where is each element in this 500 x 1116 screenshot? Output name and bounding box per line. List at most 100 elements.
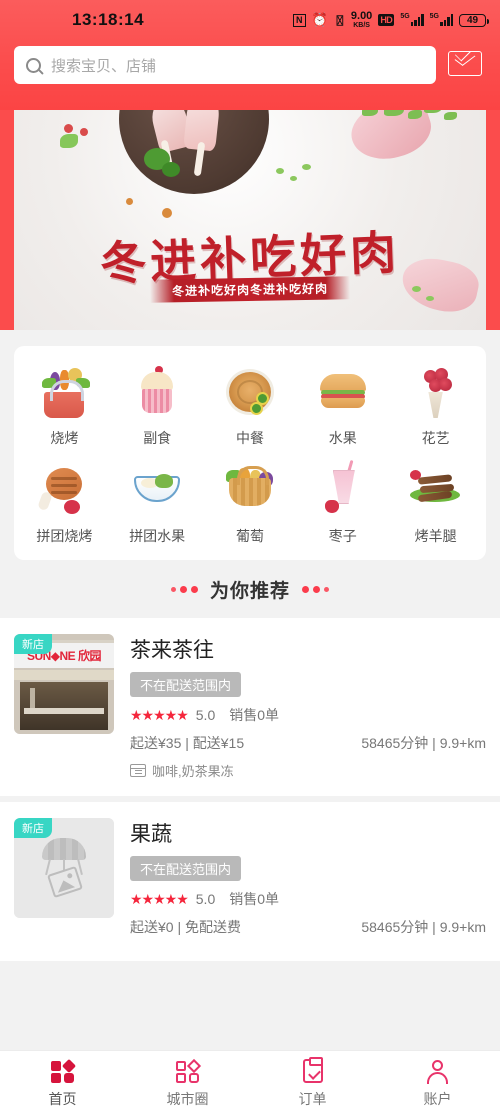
bottom-navigation: 首页 城市圈 订单 账户 xyxy=(0,1050,500,1116)
banner-subtitle: 冬进补吃好肉冬进补吃好肉 xyxy=(149,276,351,303)
delivery-distance-info: 58465分钟 | 9.9+km xyxy=(361,919,486,935)
nfc-icon: N xyxy=(292,13,306,27)
tab-label: 城市圈 xyxy=(166,1090,209,1107)
category-item-group-barbecue[interactable]: 拼团烧烤 xyxy=(18,462,111,546)
banner-artwork: 冬进补吃好肉 冬进补吃好肉冬进补吃好肉 xyxy=(14,110,486,330)
category-item-sidedish[interactable]: 副食 xyxy=(111,364,204,448)
delivery-distance-info: 58465分钟 | 9.9+km xyxy=(361,735,486,751)
signal-1-icon: 5G xyxy=(400,13,424,26)
tab-city-circle[interactable]: 城市圈 xyxy=(125,1051,250,1116)
shop-info: 茶来茶往 不在配送范围内 ★★★★★ 5.0 销售0单 起送¥35 | 配送¥1… xyxy=(129,634,486,780)
section-title: 为你推荐 xyxy=(209,580,290,602)
message-button[interactable] xyxy=(448,45,486,79)
search-icon xyxy=(26,57,41,73)
category-item-group-fruit[interactable]: 拼团水果 xyxy=(111,462,204,546)
herb-cluster-graphic xyxy=(358,110,468,148)
shop-rating-row: ★★★★★ 5.0 销售0单 xyxy=(130,889,486,909)
category-item-lamb-leg[interactable]: 烤羊腿 xyxy=(389,462,482,546)
scallion-dot-graphic xyxy=(302,164,311,170)
shop-meta-row: 起送¥35 | 配送¥15 58465分钟 | 9.9+km xyxy=(130,733,486,753)
shop-tags: 咖啡,奶茶果冻 xyxy=(152,764,234,779)
shop-thumbnail[interactable]: 新店 SUN◆NE 欣园 xyxy=(14,634,114,734)
sales-count: 销售0单 xyxy=(229,707,280,723)
category-row-2: 拼团烧烤 拼团水果 葡萄 枣子 烤羊腿 xyxy=(18,459,482,546)
tab-label: 首页 xyxy=(48,1090,77,1107)
category-label: 副食 xyxy=(143,430,172,446)
status-bar: 13:18:14 N ⏰ 〿 9.00 KB/S HD 5G 5G 49 xyxy=(14,0,489,40)
shop-card[interactable]: 新店 SUN◆NE 欣园 茶来茶往 不在配送范围内 ★★★★★ 5.0 销售0单… xyxy=(0,618,500,802)
decor-dots-right xyxy=(302,585,329,593)
smoothie-icon xyxy=(315,459,371,518)
category-label: 中餐 xyxy=(235,430,264,446)
tab-label: 订单 xyxy=(298,1090,327,1107)
pepper-dot-graphic xyxy=(64,124,73,133)
battery-indicator: 49 xyxy=(459,13,489,27)
search-input[interactable]: 搜索宝贝、店铺 xyxy=(14,46,436,84)
shop-info: 果蔬 不在配送范围内 ★★★★★ 5.0 销售0单 起送¥0 | 免配送费 58… xyxy=(130,818,486,945)
category-item-fruit[interactable]: 水果 xyxy=(296,364,389,448)
category-item-barbecue[interactable]: 烧烤 xyxy=(18,364,111,448)
shop-name: 茶来茶往 xyxy=(130,639,214,662)
account-person-icon xyxy=(425,1059,451,1085)
spice-dot-graphic xyxy=(162,208,172,218)
header: 13:18:14 N ⏰ 〿 9.00 KB/S HD 5G 5G 49 搜索宝… xyxy=(0,0,500,110)
app-screen: 13:18:14 N ⏰ 〿 9.00 KB/S HD 5G 5G 49 搜索宝… xyxy=(0,0,500,1116)
tab-orders[interactable]: 订单 xyxy=(250,1051,375,1116)
shop-card[interactable]: 新店 果蔬 不在配送范围内 ★★★★★ 5.0 销售0单 起送¥0 | 免配送费… xyxy=(0,802,500,967)
cupcake-icon xyxy=(129,364,185,420)
vibrate-icon: 〿 xyxy=(333,13,346,28)
category-item-dates[interactable]: 枣子 xyxy=(296,459,389,546)
shop-rating-row: ★★★★★ 5.0 销售0单 xyxy=(130,705,486,725)
sales-count: 销售0单 xyxy=(229,891,280,907)
delivery-status-badge: 不在配送范围内 xyxy=(130,856,242,881)
scallion-dot-graphic xyxy=(290,176,297,181)
delivery-status-badge: 不在配送范围内 xyxy=(130,672,242,697)
tab-home[interactable]: 首页 xyxy=(0,1051,125,1116)
category-grid: 烧烤 副食 中餐 水果 花艺 拼团烧烤 拼团水果 葡萄 枣子 烤羊腿 xyxy=(14,346,486,560)
network-speed-value: 9.00 xyxy=(350,10,373,22)
search-row: 搜索宝贝、店铺 xyxy=(14,45,486,84)
category-item-flowers[interactable]: 花艺 xyxy=(389,364,482,448)
skewers-icon xyxy=(408,462,464,518)
search-placeholder: 搜索宝贝、店铺 xyxy=(51,57,157,75)
category-label: 拼团烧烤 xyxy=(36,528,93,544)
shop-thumbnail[interactable]: 新店 xyxy=(14,818,114,918)
storefront-icon xyxy=(129,764,147,777)
rating-stars: ★★★★★ xyxy=(130,890,189,907)
grilled-meat-icon xyxy=(36,462,92,518)
category-label: 烧烤 xyxy=(50,430,79,446)
order-clipboard-icon xyxy=(300,1056,326,1085)
new-shop-badge: 新店 xyxy=(14,818,52,838)
burger-icon xyxy=(315,364,371,420)
hd-icon: HD xyxy=(378,14,395,26)
category-item-chinese[interactable]: 中餐 xyxy=(204,364,297,448)
category-label: 葡萄 xyxy=(235,528,264,544)
category-label: 拼团水果 xyxy=(129,528,186,544)
noodle-bowl-icon xyxy=(129,462,185,518)
broccoli-graphic xyxy=(162,162,180,177)
category-label: 水果 xyxy=(328,430,357,446)
scallion-dot-graphic xyxy=(276,168,284,174)
tab-label: 账户 xyxy=(423,1090,452,1107)
rating-value: 5.0 xyxy=(195,707,216,723)
network-speed-unit: KB/S xyxy=(353,22,370,29)
signal-2-icon: 5G xyxy=(430,13,453,26)
envelope-icon xyxy=(448,45,482,76)
status-icons: N ⏰ 〿 9.00 KB/S HD 5G 5G 49 xyxy=(292,10,489,29)
category-row-1: 烧烤 副食 中餐 水果 花艺 xyxy=(18,364,482,448)
alarm-icon: ⏰ xyxy=(311,12,328,27)
fruit-basket-icon xyxy=(222,462,278,518)
category-item-grapes[interactable]: 葡萄 xyxy=(204,462,297,546)
category-label: 烤羊腿 xyxy=(414,528,457,544)
decor-dots-left xyxy=(170,585,198,593)
status-time: 13:18:14 xyxy=(72,10,145,29)
promo-banner[interactable]: 冬进补吃好肉 冬进补吃好肉冬进补吃好肉 xyxy=(0,110,500,330)
shop-tags-row: 咖啡,奶茶果冻 xyxy=(129,761,486,780)
delivery-fee-info: 起送¥35 | 配送¥15 xyxy=(130,735,245,751)
tab-account[interactable]: 账户 xyxy=(375,1051,500,1116)
bouquet-icon xyxy=(408,364,464,420)
home-icon xyxy=(50,1058,76,1085)
banner-subtitle-wrap: 冬进补吃好肉冬进补吃好肉 xyxy=(14,276,486,303)
category-label: 花艺 xyxy=(421,430,450,446)
rating-stars: ★★★★★ xyxy=(130,706,189,723)
